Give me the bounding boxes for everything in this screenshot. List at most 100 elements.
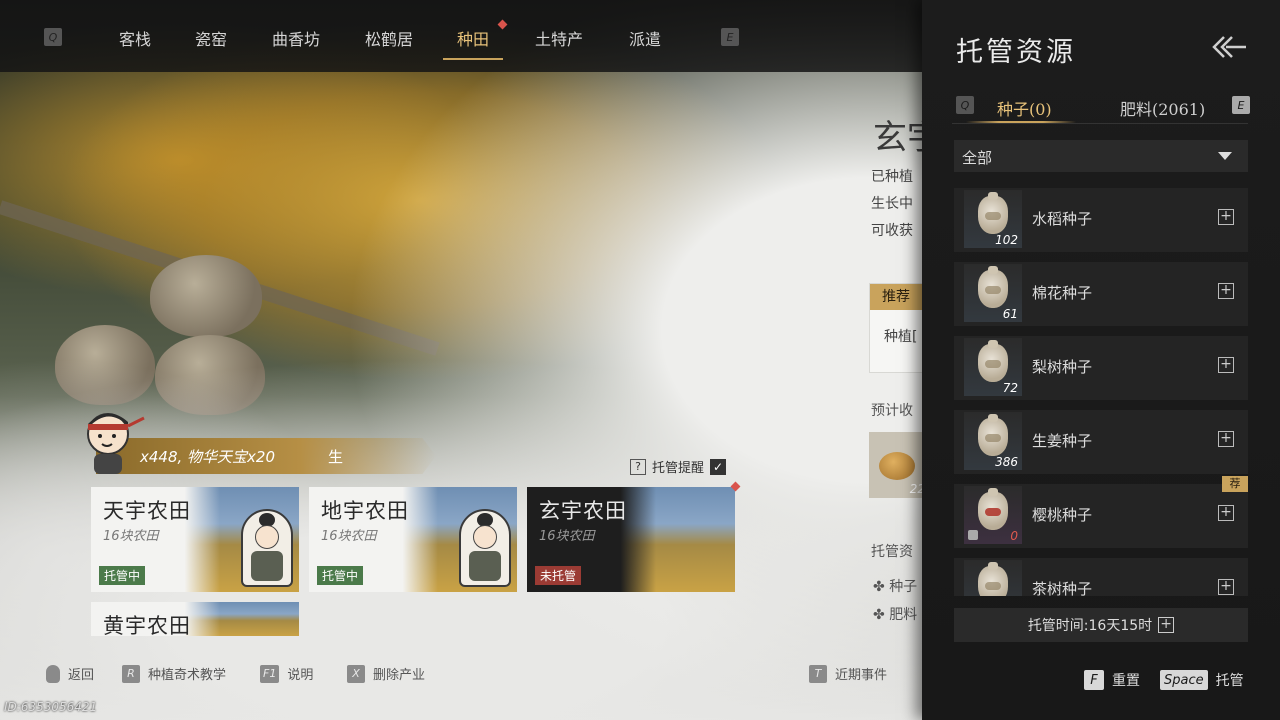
farm-card-huang[interactable]: 黄宇农田 (91, 602, 299, 636)
tab-dispatch[interactable]: 派遣 (629, 26, 661, 50)
add-seed-button[interactable]: + (1218, 505, 1234, 521)
tab-specialty[interactable]: 土特产 (535, 26, 583, 50)
tutorial-label: 种植奇术教学 (148, 668, 227, 683)
recommend-tag: 推荐 (870, 284, 922, 310)
collapse-arrow-svg (1212, 36, 1246, 58)
managed-item-seeds: ✤ 种子 (873, 579, 918, 595)
reset-key: F (1084, 670, 1104, 690)
tab-divider (952, 123, 1248, 124)
seed-filter-dropdown[interactable]: 全部 (954, 140, 1248, 172)
mouse-icon (46, 664, 60, 683)
tutorial-key: R (122, 664, 140, 683)
add-seed-button[interactable]: + (1218, 357, 1234, 373)
reset-label: 重置 (1112, 673, 1140, 689)
farm-name: 玄宇农田 (539, 499, 627, 523)
collapse-arrow-icon[interactable] (1210, 34, 1248, 60)
add-time-button[interactable]: + (1158, 617, 1175, 633)
status-badge: 未托管 (535, 566, 582, 585)
add-seed-button[interactable]: + (1218, 209, 1234, 225)
delete-hint[interactable]: X 删除产业 (347, 664, 425, 683)
manage-remind-label: 托管提醒 (652, 461, 705, 476)
seed-item-pear[interactable]: 72 梨树种子 + (954, 336, 1248, 400)
reward-suffix: 生 (328, 448, 344, 466)
back-label: 返回 (68, 668, 95, 683)
manage-time-text: 托管时间:16天15时 (1027, 618, 1153, 634)
seed-sack-icon (978, 414, 1008, 456)
help-icon[interactable]: ? (630, 458, 646, 475)
managed-item-seeds-label: 种子 (889, 579, 918, 595)
reset-button[interactable]: F 重置 (1084, 670, 1140, 690)
farmer-avatar (241, 509, 293, 587)
add-seed-button[interactable]: + (1218, 283, 1234, 299)
manage-remind[interactable]: ? 托管提醒 ✓ (630, 457, 727, 476)
player-id: ID:6353056421 (4, 700, 98, 714)
next-tab-key[interactable]: E (721, 28, 739, 46)
help-hint[interactable]: F1 说明 (260, 664, 313, 683)
recommend-box: 推荐 种植[ (869, 283, 929, 373)
tab-fertilizer[interactable]: 肥料(2061) (1120, 96, 1205, 120)
seed-item-ginger[interactable]: 386 生姜种子 + (954, 410, 1248, 474)
seed-name: 生姜种子 (1032, 432, 1093, 450)
seed-count: 386 (995, 455, 1018, 469)
tab-farming[interactable]: 种田 (442, 26, 504, 60)
managed-item-fertilizer: ✤ 肥料 (873, 607, 918, 623)
back-hint[interactable]: 返回 (46, 664, 94, 683)
seed-name: 水稻种子 (1032, 210, 1093, 228)
tab-seeds[interactable]: 种子(0) (997, 96, 1052, 120)
seed-thumbnail: 61 (964, 264, 1022, 322)
add-seed-button[interactable]: + (1218, 579, 1234, 595)
planted-label: 已种植 (871, 169, 913, 185)
status-badge: 托管中 (317, 566, 364, 585)
panel-title: 托管资源 (956, 37, 1076, 68)
seed-name: 樱桃种子 (1032, 506, 1093, 524)
manage-label: 托管 (1215, 673, 1244, 689)
tutorial-hint[interactable]: R 种植奇术教学 (122, 664, 226, 683)
seed-thumbnail: 102 (964, 190, 1022, 248)
product-tile[interactable]: 22 (869, 432, 929, 498)
filter-value: 全部 (962, 149, 993, 167)
seed-item-tea[interactable]: 茶树种子 + (954, 558, 1248, 596)
seed-count: 72 (1002, 381, 1018, 395)
seed-count: 61 (1002, 307, 1018, 321)
manage-button[interactable]: Space 托管 (1160, 670, 1244, 690)
tab-kiln[interactable]: 瓷窑 (195, 26, 227, 50)
tab-songhe[interactable]: 松鹤居 (365, 26, 413, 50)
seed-thumbnail: 0 (964, 486, 1022, 544)
manage-remind-checkbox[interactable]: ✓ (710, 458, 727, 475)
farm-plot-count: 16块农田 (539, 529, 595, 544)
prev-tab-key[interactable]: Q (44, 28, 62, 46)
predict-label: 预计收 (871, 403, 913, 419)
seed-item-cherry[interactable]: 0 樱桃种子 荐 + (954, 476, 1248, 548)
seed-item-cotton[interactable]: 61 棉花种子 + (954, 262, 1248, 326)
seed-list: 102 水稻种子 + 61 棉花种子 + 72 梨树种子 + 386 生姜种子 … (954, 188, 1248, 596)
seed-item-rice[interactable]: 102 水稻种子 + (954, 188, 1248, 252)
seed-count: 0 (1010, 529, 1018, 543)
events-key: T (809, 664, 827, 683)
harvestable-label: 可收获 (871, 223, 913, 239)
seed-name: 棉花种子 (1032, 284, 1093, 302)
events-label: 近期事件 (835, 668, 888, 683)
seed-sack-icon (978, 266, 1008, 308)
seed-sack-icon (978, 562, 1008, 596)
seed-sack-icon (978, 488, 1008, 530)
active-tab-underline (966, 121, 1076, 123)
farm-card-tian[interactable]: 天宇农田 16块农田 托管中 (91, 487, 299, 592)
prev-subtab-key[interactable]: Q (956, 96, 974, 114)
tab-brewery[interactable]: 曲香坊 (272, 26, 320, 50)
seed-thumbnail (964, 560, 1022, 596)
farmer-avatar (459, 509, 511, 587)
seed-count: 102 (995, 233, 1018, 247)
tab-inn[interactable]: 客栈 (119, 26, 151, 50)
help-key: F1 (260, 664, 280, 683)
farm-name: 天宇农田 (103, 499, 191, 523)
manage-time-bar[interactable]: 托管时间:16天15时 + (954, 608, 1248, 642)
events-hint[interactable]: T 近期事件 (809, 664, 887, 683)
farm-card-di[interactable]: 地宇农田 16块农田 托管中 (309, 487, 517, 592)
next-subtab-key[interactable]: E (1232, 96, 1250, 114)
add-seed-button[interactable]: + (1218, 431, 1234, 447)
delete-label: 删除产业 (373, 668, 426, 683)
farm-plot-count: 16块农田 (321, 529, 377, 544)
seed-thumbnail: 386 (964, 412, 1022, 470)
farm-card-xuan[interactable]: 玄宇农田 16块农田 未托管 (527, 487, 735, 592)
delete-key: X (347, 664, 365, 683)
